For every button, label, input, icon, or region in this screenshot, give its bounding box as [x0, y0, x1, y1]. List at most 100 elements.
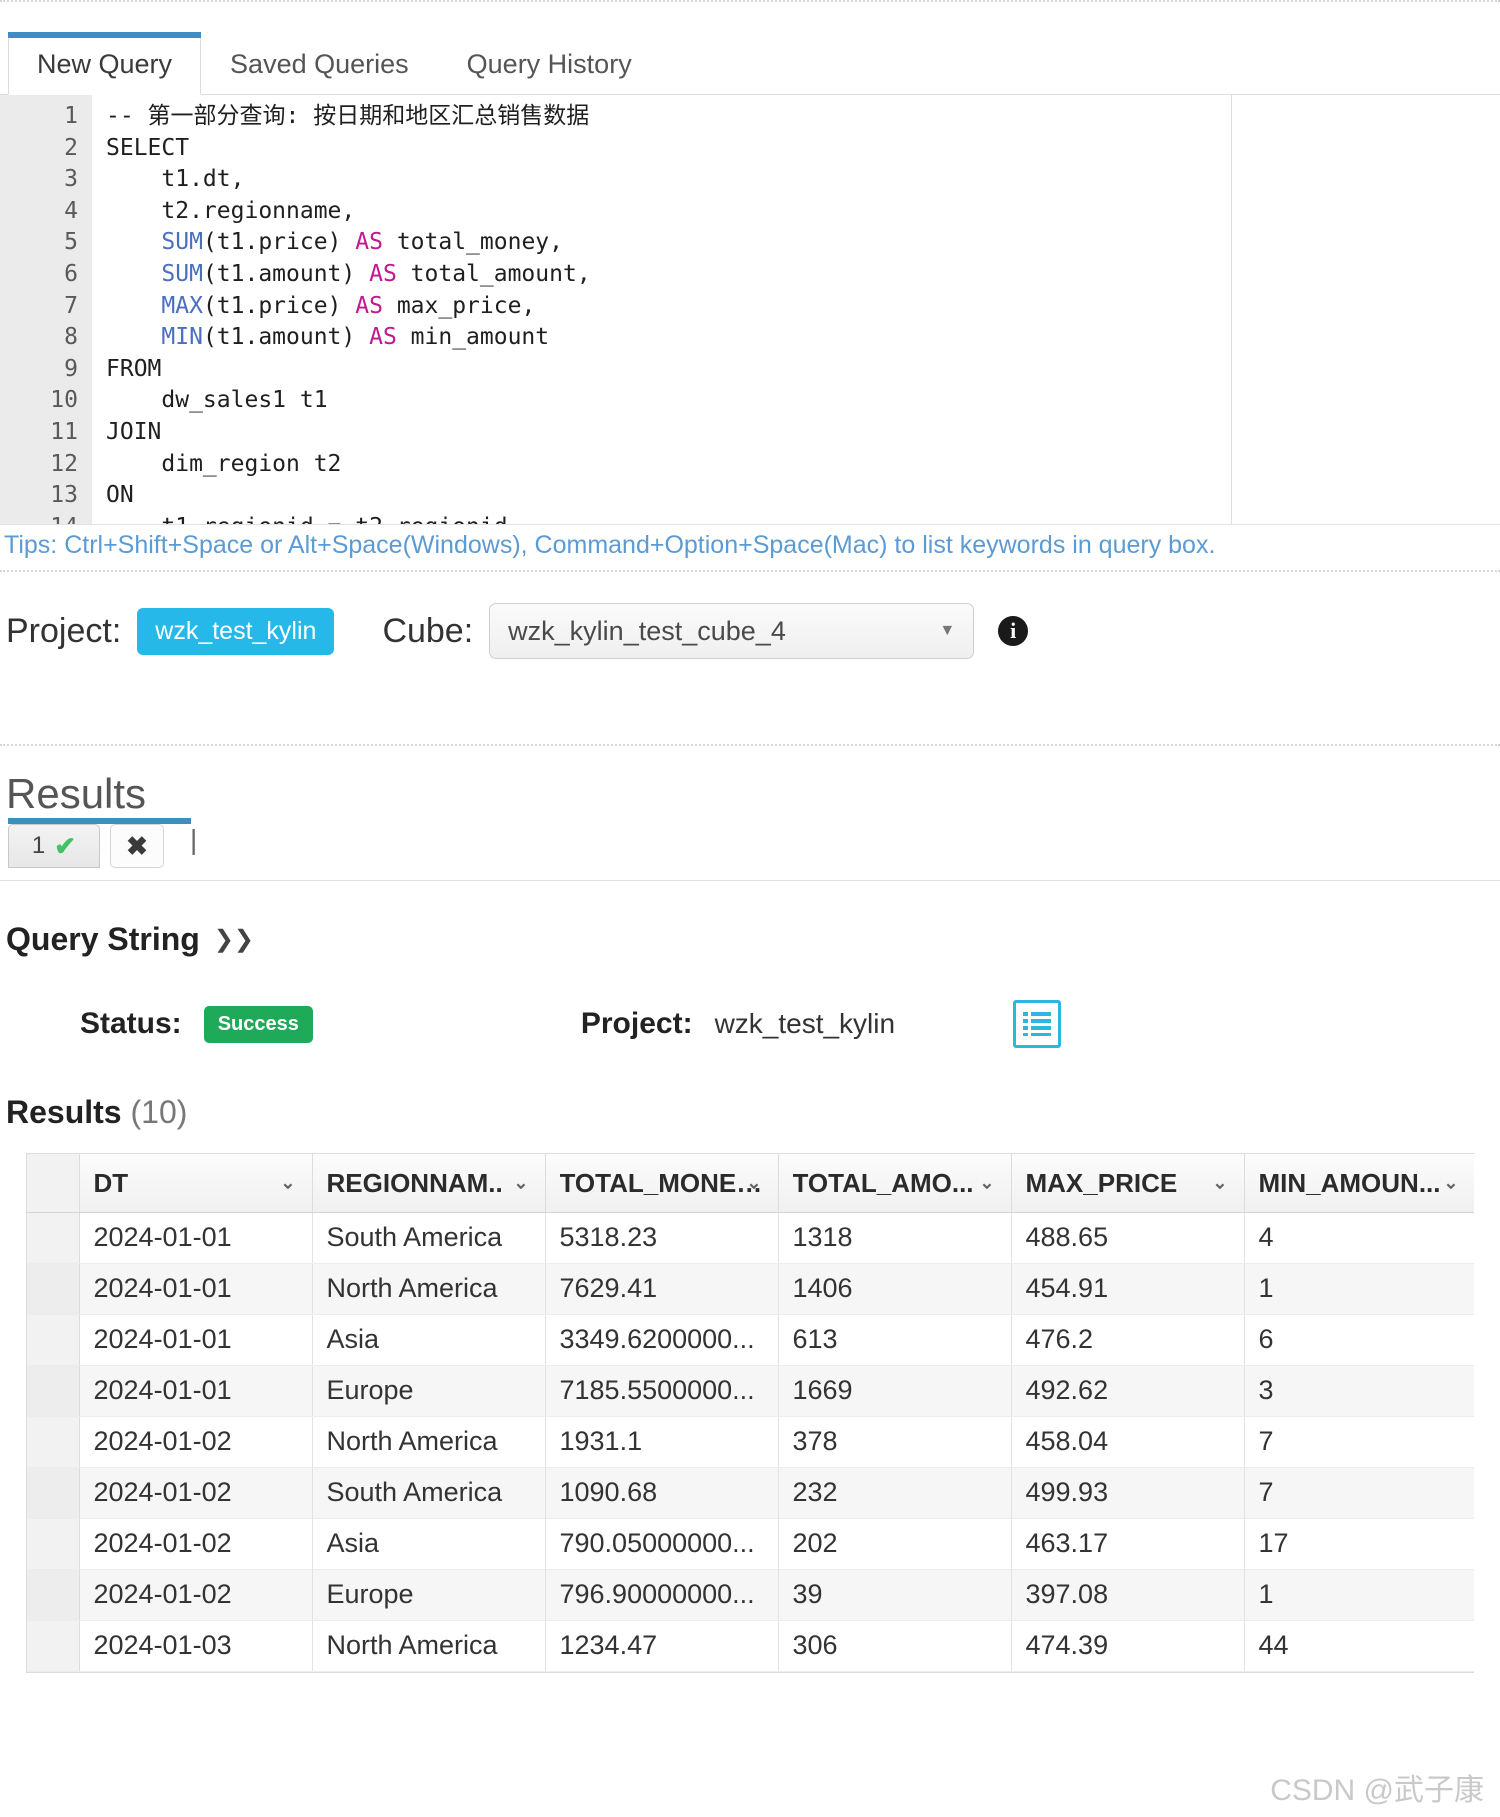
table-cell: 3 — [1244, 1365, 1474, 1416]
row-handle[interactable] — [27, 1212, 79, 1263]
code-line: SELECT — [106, 133, 1231, 165]
table-cell: 2024-01-03 — [79, 1620, 312, 1671]
table-cell: 1090.68 — [545, 1467, 778, 1518]
table-row[interactable]: 2024-01-01North America7629.411406454.91… — [27, 1263, 1474, 1314]
line-number: 8 — [0, 322, 92, 354]
table-cell: 1 — [1244, 1569, 1474, 1620]
table-cell: 2024-01-02 — [79, 1467, 312, 1518]
tab-saved-queries[interactable]: Saved Queries — [201, 32, 438, 94]
results-table: DT ⌄ REGIONNAM.. ⌄ TOTAL_MONEY.. ⌄ TOTAL… — [27, 1154, 1474, 1672]
table-cell: 7185.5500000... — [545, 1365, 778, 1416]
table-cell: 5318.23 — [545, 1212, 778, 1263]
line-number: 9 — [0, 354, 92, 386]
tab-query-history-label: Query History — [467, 49, 632, 79]
row-handle[interactable] — [27, 1365, 79, 1416]
table-cell: 476.2 — [1011, 1314, 1244, 1365]
tab-new-query-label: New Query — [37, 49, 172, 79]
table-cell: 39 — [778, 1569, 1011, 1620]
table-row[interactable]: 2024-01-02Europe796.90000000...39397.081 — [27, 1569, 1474, 1620]
table-row[interactable]: 2024-01-02North America1931.1378458.047 — [27, 1416, 1474, 1467]
list-grid-icon[interactable] — [1013, 1000, 1061, 1048]
code-line: dim_region t2 — [106, 449, 1231, 481]
chevron-down-icon: ▼ — [939, 622, 955, 640]
table-cell: Europe — [312, 1569, 545, 1620]
table-cell: 796.90000000... — [545, 1569, 778, 1620]
sql-editor[interactable]: 1 2 3 4 5 6 7 8 9 10 11 12 13 14 -- 第一部分… — [0, 95, 1232, 524]
query-string-section: Query String ❯❯ — [0, 881, 1500, 958]
table-cell: 7 — [1244, 1416, 1474, 1467]
table-cell: South America — [312, 1212, 545, 1263]
table-cell: 492.62 — [1011, 1365, 1244, 1416]
results-count-value: (10) — [130, 1094, 187, 1130]
table-cell: 232 — [778, 1467, 1011, 1518]
row-handle[interactable] — [27, 1263, 79, 1314]
table-cell: 4 — [1244, 1212, 1474, 1263]
close-icon[interactable]: ✖ — [110, 824, 164, 868]
status-label: Status: — [80, 1007, 182, 1041]
table-row[interactable]: 2024-01-03North America1234.47306474.394… — [27, 1620, 1474, 1671]
line-number: 2 — [0, 133, 92, 165]
table-cell: North America — [312, 1416, 545, 1467]
code-line: SUM(t1.amount) AS total_amount, — [106, 259, 1231, 291]
column-header-dt[interactable]: DT ⌄ — [79, 1154, 312, 1212]
sql-code-area[interactable]: -- 第一部分查询: 按日期和地区汇总销售数据 SELECT t1.dt, t2… — [92, 95, 1231, 524]
chevron-down-icon: ⌄ — [746, 1172, 761, 1193]
project-badge[interactable]: wzk_test_kylin — [137, 608, 334, 655]
table-cell: 2024-01-02 — [79, 1569, 312, 1620]
table-cell: 613 — [778, 1314, 1011, 1365]
status-badge: Success — [204, 1006, 313, 1043]
row-handle[interactable] — [27, 1518, 79, 1569]
chevron-double-down-icon[interactable]: ❯❯ — [214, 925, 254, 954]
table-row[interactable]: 2024-01-01Asia3349.6200000...613476.26 — [27, 1314, 1474, 1365]
row-handle[interactable] — [27, 1620, 79, 1671]
table-row[interactable]: 2024-01-01South America5318.231318488.65… — [27, 1212, 1474, 1263]
result-tab-number: 1 — [32, 832, 45, 860]
code-line: MAX(t1.price) AS max_price, — [106, 291, 1231, 323]
row-handle[interactable] — [27, 1467, 79, 1518]
line-number: 13 — [0, 480, 92, 512]
column-header-label: MIN_AMOUN... — [1259, 1168, 1441, 1199]
column-header-label: TOTAL_MONEY.. — [560, 1168, 764, 1199]
row-handle[interactable] — [27, 1569, 79, 1620]
code-line: dw_sales1 t1 — [106, 385, 1231, 417]
table-cell: 3349.6200000... — [545, 1314, 778, 1365]
project-cube-bar: Project: wzk_test_kylin Cube: wzk_kylin_… — [0, 572, 1500, 690]
table-cell: 1931.1 — [545, 1416, 778, 1467]
table-cell: 2024-01-02 — [79, 1416, 312, 1467]
code-line: t1.dt, — [106, 164, 1231, 196]
table-cell: North America — [312, 1620, 545, 1671]
project-label: Project: — [6, 612, 121, 651]
table-cell: 1318 — [778, 1212, 1011, 1263]
sql-editor-region[interactable]: 1 2 3 4 5 6 7 8 9 10 11 12 13 14 -- 第一部分… — [0, 95, 1500, 525]
row-handle[interactable] — [27, 1314, 79, 1365]
query-tabstrip: New Query Saved Queries Query History — [0, 3, 1500, 95]
result-tab-1[interactable]: 1 ✔ — [8, 824, 100, 868]
table-cell: 1406 — [778, 1263, 1011, 1314]
table-cell: 488.65 — [1011, 1212, 1244, 1263]
cube-select[interactable]: wzk_kylin_test_cube_4 ▼ — [489, 603, 974, 659]
table-cell: 17 — [1244, 1518, 1474, 1569]
table-cell: Asia — [312, 1518, 545, 1569]
column-header-total-money[interactable]: TOTAL_MONEY.. ⌄ — [545, 1154, 778, 1212]
tab-query-history[interactable]: Query History — [438, 32, 661, 94]
column-header-label: REGIONNAM.. — [327, 1168, 503, 1199]
table-row[interactable]: 2024-01-02South America1090.68232499.937 — [27, 1467, 1474, 1518]
table-row[interactable]: 2024-01-01Europe7185.5500000...1669492.6… — [27, 1365, 1474, 1416]
results-table-wrap[interactable]: DT ⌄ REGIONNAM.. ⌄ TOTAL_MONEY.. ⌄ TOTAL… — [26, 1153, 1474, 1673]
table-row[interactable]: 2024-01-02Asia790.05000000...202463.1717 — [27, 1518, 1474, 1569]
code-line: t1.regionid = t2.regionid — [106, 512, 1231, 524]
table-cell: 1669 — [778, 1365, 1011, 1416]
column-header-min-amount[interactable]: MIN_AMOUN... ⌄ — [1244, 1154, 1474, 1212]
column-header-regionname[interactable]: REGIONNAM.. ⌄ — [312, 1154, 545, 1212]
column-header-total-amount[interactable]: TOTAL_AMO... ⌄ — [778, 1154, 1011, 1212]
column-header-max-price[interactable]: MAX_PRICE ⌄ — [1011, 1154, 1244, 1212]
info-icon[interactable]: i — [998, 616, 1028, 646]
tab-saved-queries-label: Saved Queries — [230, 49, 409, 79]
results-table-body: 2024-01-01South America5318.231318488.65… — [27, 1212, 1474, 1671]
table-cell: 7 — [1244, 1467, 1474, 1518]
cube-label: Cube: — [382, 612, 473, 651]
tab-new-query[interactable]: New Query — [8, 32, 201, 95]
column-header-label: DT — [94, 1168, 129, 1199]
column-header-label: MAX_PRICE — [1026, 1168, 1178, 1199]
row-handle[interactable] — [27, 1416, 79, 1467]
